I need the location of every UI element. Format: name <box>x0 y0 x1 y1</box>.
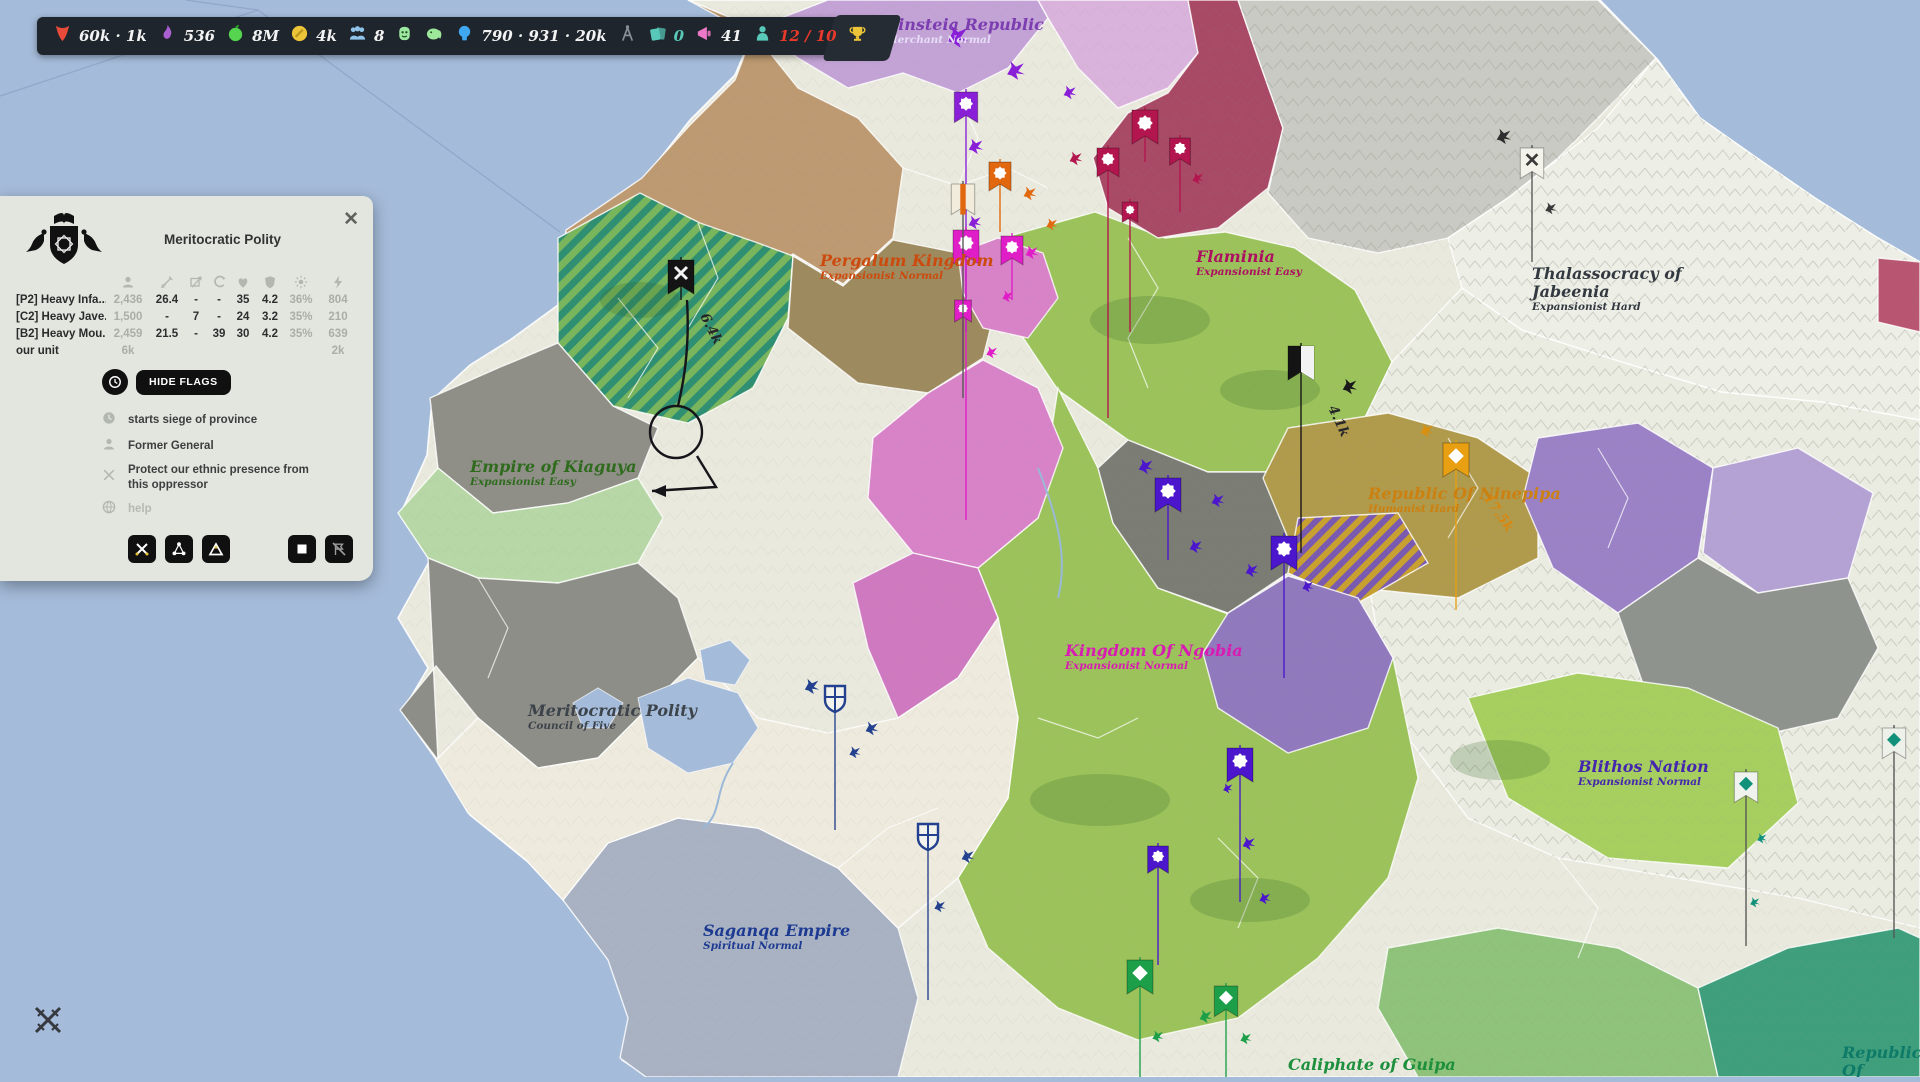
unit-stat: - <box>208 294 230 306</box>
column-speed-icon <box>318 275 358 290</box>
unit-stat: 35 <box>230 294 256 306</box>
legend-item: help <box>102 500 359 519</box>
trophy-icon <box>848 24 867 48</box>
population-value: 8 <box>374 27 384 45</box>
decisions-value: 0 <box>674 27 684 45</box>
compass-icon <box>618 24 637 48</box>
polity-crest <box>16 207 116 272</box>
person-icon <box>102 437 116 456</box>
unit-stat: 30 <box>230 328 256 340</box>
legend-item: Protect our ethnic presence from this op… <box>102 463 359 493</box>
unit-stat: 26.4 <box>150 294 184 306</box>
column-sword-icon <box>150 275 184 290</box>
attack-button[interactable] <box>128 535 156 563</box>
coin-icon <box>290 24 309 48</box>
crossed-swords-icon[interactable] <box>28 1000 68 1045</box>
unit-stat: 639 <box>318 328 358 340</box>
decisions-indicator[interactable]: 0 <box>648 24 684 48</box>
column-sun-icon <box>284 275 318 290</box>
units-table-header <box>16 274 359 291</box>
unit-stat: 35% <box>284 311 318 323</box>
unit-capacity-indicator[interactable]: 12 / 10 <box>753 24 837 48</box>
cards-icon <box>648 24 667 48</box>
merge-army-button[interactable] <box>165 535 193 563</box>
unit-stat: - <box>184 294 208 306</box>
unit-legend: starts siege of province Former General Pr… <box>102 411 359 519</box>
terrain-button[interactable] <box>202 535 230 563</box>
mask-icon <box>395 24 414 48</box>
food-value: 8M <box>252 27 279 45</box>
mana-value: 536 <box>184 27 215 45</box>
bulb-icon <box>455 24 474 48</box>
research-indicator[interactable]: 790 · 931 · 20k <box>455 24 606 48</box>
globe-icon <box>102 500 116 519</box>
unit-stat: 3.2 <box>256 311 284 323</box>
summary-row: our unit 6k 2k <box>16 342 359 359</box>
gold-indicator[interactable]: 4k <box>290 24 337 48</box>
meeple-icon <box>753 24 772 48</box>
victory-indicator[interactable] <box>848 24 867 48</box>
unit-stat: - <box>208 311 230 323</box>
alerts-value: 41 <box>721 27 742 45</box>
column-pierce-icon <box>184 275 208 290</box>
close-icon[interactable]: ✕ <box>341 206 361 233</box>
wildlife-indicator[interactable] <box>425 24 444 48</box>
food-indicator[interactable]: 8M <box>226 24 279 48</box>
unit-stat: 210 <box>318 311 358 323</box>
research-value: 790 · 931 · 20k <box>481 27 606 45</box>
people-icon <box>348 24 367 48</box>
column-morale-icon <box>208 275 230 290</box>
population-indicator[interactable]: 8 <box>348 24 384 48</box>
summary-speed: 2k <box>318 345 358 357</box>
clock-icon <box>102 411 116 430</box>
summary-troops: 6k <box>106 345 150 357</box>
unit-stat: 804 <box>318 294 358 306</box>
unit-stat: 2,459 <box>106 328 150 340</box>
unit-stat: 4.2 <box>256 328 284 340</box>
stop-button[interactable] <box>288 535 316 563</box>
unit-stat: - <box>184 328 208 340</box>
unit-stat: 24 <box>230 311 256 323</box>
unit-stat: 4.2 <box>256 294 284 306</box>
panel-title: Meritocratic Polity <box>116 232 329 247</box>
culture-indicator[interactable] <box>395 24 414 48</box>
banner-icon <box>53 24 72 48</box>
column-shield-icon <box>256 275 284 290</box>
legend-item: starts siege of province <box>102 411 359 430</box>
unit-stat: 36% <box>284 294 318 306</box>
unit-stat: 2,436 <box>106 294 150 306</box>
mana-indicator[interactable]: 536 <box>158 24 215 48</box>
unit-stat: 39 <box>208 328 230 340</box>
hide-flags-button[interactable]: HIDE FLAGS <box>136 370 231 395</box>
no-flag-button[interactable] <box>325 535 353 563</box>
siege-timer-button[interactable] <box>102 369 128 395</box>
unit-stat: 1,500 <box>106 311 150 323</box>
military-strength-value: 60k · 1k <box>79 27 147 45</box>
alerts-indicator[interactable]: 41 <box>695 24 742 48</box>
column-person-icon <box>106 275 150 290</box>
unit-stat: - <box>150 311 184 323</box>
units-table: [P2] Heavy Infa...2,43626.4--354.236%804… <box>16 274 359 359</box>
megaphone-icon <box>695 24 714 48</box>
polity-panel: ✕ Meritocratic Polity [P2] Heavy Infa...… <box>0 196 373 581</box>
close-icon <box>102 468 116 487</box>
construction-indicator[interactable] <box>618 24 637 48</box>
gold-value: 4k <box>316 27 337 45</box>
unit-stat: 21.5 <box>150 328 184 340</box>
flame-icon <box>158 24 177 48</box>
unit-row[interactable]: [B2] Heavy Mou...2,45921.5-39304.235%639 <box>16 325 359 342</box>
military-strength-indicator[interactable]: 60k · 1k <box>53 24 147 48</box>
unit-capacity-value: 12 / 10 <box>779 27 837 45</box>
unit-stat: 35% <box>284 328 318 340</box>
unit-row[interactable]: [C2] Heavy Jave...1,500-7-243.235%210 <box>16 308 359 325</box>
apple-icon <box>226 24 245 48</box>
legend-item: Former General <box>102 437 359 456</box>
top-resource-bar: 60k · 1k 536 8M 4k 8 790 · 931 · 20k 0 41 12 / 1… <box>37 17 883 55</box>
unit-row[interactable]: [P2] Heavy Infa...2,43626.4--354.236%804 <box>16 291 359 308</box>
unit-stat: 7 <box>184 311 208 323</box>
elephant-icon <box>425 24 444 48</box>
column-heart-icon <box>230 275 256 290</box>
